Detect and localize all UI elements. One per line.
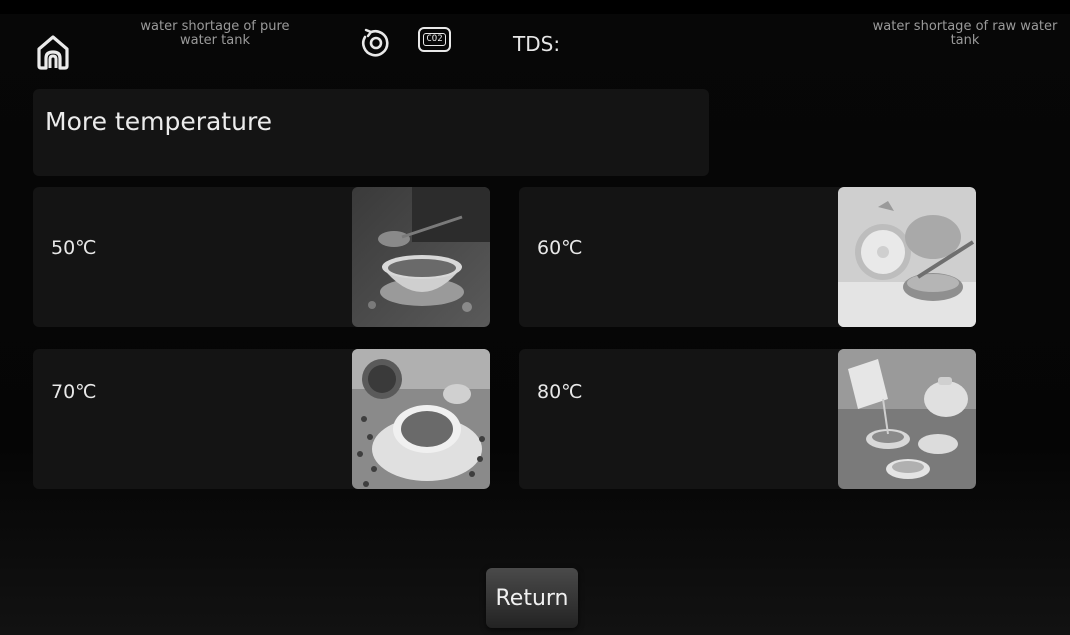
filter-ring-icon [361,28,389,57]
temp-option-80[interactable]: 80℃ [519,349,976,489]
screen: water shortage of pure water tank CO2 TD… [0,0,1070,635]
page-title: More temperature [45,107,273,136]
temp-option-70[interactable]: 70℃ [33,349,490,489]
temp-option-label: 70℃ [51,381,97,403]
temp-option-label: 60℃ [537,237,583,259]
title-panel: More temperature [33,89,709,176]
return-button[interactable]: Return [486,568,578,628]
temp-option-label: 80℃ [537,381,583,403]
teapot-photo [838,349,976,489]
temp-option-60[interactable]: 60℃ [519,187,976,327]
lemon-honey-photo [838,187,976,327]
pure-tank-warning: water shortage of pure water tank [140,19,290,48]
raw-tank-warning: water shortage of raw water tank [872,19,1058,48]
temp-option-label: 50℃ [51,237,97,259]
temp-option-50[interactable]: 50℃ [33,187,490,327]
tds-label: TDS: [513,32,561,56]
home-icon [37,35,69,70]
status-bar: water shortage of pure water tank CO2 TD… [0,14,1070,80]
tea-cup-photo [352,187,490,327]
beans-soup-photo [352,349,490,489]
co2-label: CO2 [423,33,446,46]
co2-icon: CO2 [418,27,451,52]
home-button[interactable] [33,32,73,72]
